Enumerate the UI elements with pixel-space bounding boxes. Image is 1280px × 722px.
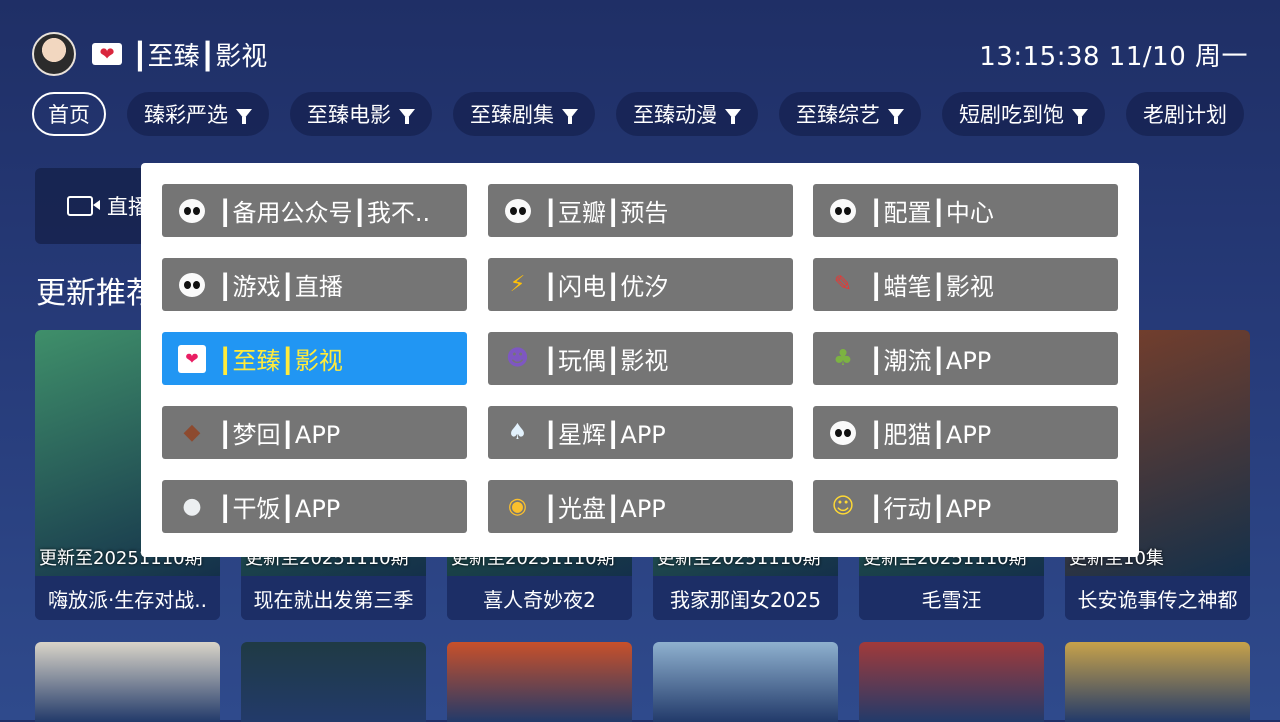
source-item[interactable]: ☻ ┃玩偶┃影视 bbox=[487, 332, 793, 385]
love-letter-icon: ❤ bbox=[92, 43, 122, 65]
rice-icon: ● bbox=[182, 494, 202, 519]
filter-icon bbox=[562, 109, 578, 124]
source-item-label: ┃备用公众号┃我不.. bbox=[218, 199, 431, 227]
panda-icon bbox=[504, 197, 532, 225]
source-item-label: ┃游戏┃直播 bbox=[218, 273, 343, 301]
media-card[interactable] bbox=[35, 642, 220, 722]
source-item-label: ┃豆瓣┃预告 bbox=[543, 199, 669, 227]
source-item[interactable]: ⚡ ┃闪电┃优汐 bbox=[487, 258, 793, 311]
filter-icon bbox=[1072, 109, 1088, 124]
source-item[interactable]: ┃游戏┃直播 bbox=[162, 258, 467, 311]
tab-label: 短剧吃到饱 bbox=[959, 103, 1064, 127]
tab-label: 至臻动漫 bbox=[633, 103, 717, 127]
cactus-icon: ♣ bbox=[833, 346, 853, 371]
panda-icon bbox=[178, 197, 206, 225]
tab-1[interactable]: 臻彩严选 bbox=[127, 92, 269, 136]
media-title: 长安诡事传之神都 bbox=[1065, 576, 1250, 620]
panda-icon bbox=[829, 419, 857, 447]
love-letter-icon: ❤ bbox=[178, 344, 206, 373]
source-item-label: ┃星辉┃APP bbox=[543, 421, 666, 449]
media-card[interactable] bbox=[1065, 642, 1250, 722]
tab-label: 至臻电影 bbox=[307, 103, 391, 127]
tab-label: 至臻剧集 bbox=[470, 103, 554, 127]
source-item-label: ┃配置┃中心 bbox=[869, 199, 994, 227]
avatar[interactable] bbox=[32, 32, 76, 76]
filter-icon bbox=[888, 109, 904, 124]
source-item-label: ┃蜡笔┃影视 bbox=[869, 273, 994, 301]
source-item[interactable]: ┃肥猫┃APP bbox=[813, 406, 1118, 459]
smile-icon: ☺ bbox=[831, 494, 855, 519]
section-title: 更新推荐 bbox=[36, 276, 156, 311]
source-item-label: ┃行动┃APP bbox=[869, 495, 992, 523]
source-item-label: ┃至臻┃影视 bbox=[218, 347, 343, 375]
media-title: 喜人奇妙夜2 bbox=[447, 576, 632, 620]
tab-0[interactable]: 首页 bbox=[32, 92, 106, 136]
source-item[interactable]: ❤ ┃至臻┃影视 bbox=[162, 332, 467, 385]
media-title: 嗨放派·生存对战.. bbox=[35, 576, 220, 620]
crayon-icon: ✎ bbox=[833, 272, 853, 297]
source-item[interactable]: ┃备用公众号┃我不.. bbox=[162, 184, 467, 237]
filter-icon bbox=[725, 109, 741, 124]
panda-icon bbox=[178, 271, 206, 299]
source-item[interactable]: ◉ ┃光盘┃APP bbox=[487, 480, 793, 533]
filter-icon bbox=[399, 109, 415, 124]
panda-icon bbox=[829, 197, 857, 225]
source-item[interactable]: ♣ ┃潮流┃APP bbox=[813, 332, 1118, 385]
source-item[interactable]: ┃豆瓣┃预告 bbox=[487, 184, 793, 237]
tab-3[interactable]: 至臻剧集 bbox=[453, 92, 595, 136]
tab-4[interactable]: 至臻动漫 bbox=[616, 92, 758, 136]
video-camera-icon bbox=[67, 196, 100, 216]
clock: 13:15:38 11/10 周一 bbox=[979, 42, 1248, 72]
filter-icon bbox=[236, 109, 252, 124]
tab-5[interactable]: 至臻综艺 bbox=[779, 92, 921, 136]
disc-icon: ◉ bbox=[507, 494, 528, 519]
media-card[interactable] bbox=[241, 642, 426, 722]
source-item-label: ┃玩偶┃影视 bbox=[543, 347, 669, 375]
football-icon: ◆ bbox=[183, 420, 201, 445]
source-item-label: ┃干饭┃APP bbox=[218, 495, 341, 523]
tab-label: 老剧计划 bbox=[1143, 103, 1227, 127]
tab-label: 臻彩严选 bbox=[144, 103, 228, 127]
swan-icon: ♠ bbox=[507, 420, 528, 445]
app-name: ┃至臻┃影视 bbox=[132, 41, 268, 72]
media-title: 我家那闺女2025 bbox=[653, 576, 838, 620]
source-item-label: ┃光盘┃APP bbox=[543, 495, 666, 523]
source-item[interactable]: ☺ ┃行动┃APP bbox=[813, 480, 1118, 533]
tab-label: 首页 bbox=[48, 103, 90, 127]
tab-2[interactable]: 至臻电影 bbox=[290, 92, 432, 136]
source-item[interactable]: ● ┃干饭┃APP bbox=[162, 480, 467, 533]
tab-6[interactable]: 短剧吃到饱 bbox=[942, 92, 1105, 136]
source-item-label: ┃闪电┃优汐 bbox=[543, 273, 669, 301]
source-item[interactable]: ♠ ┃星辉┃APP bbox=[487, 406, 793, 459]
source-item-label: ┃肥猫┃APP bbox=[869, 421, 992, 449]
media-card[interactable] bbox=[447, 642, 632, 722]
source-selector-popup: ┃备用公众号┃我不.. ┃豆瓣┃预告 ┃配置┃中心 ┃游戏┃直播 ⚡ ┃闪电┃优汐 ✎ ┃蜡笔… bbox=[141, 163, 1139, 557]
app-title: ❤ ┃至臻┃影视 bbox=[92, 36, 267, 72]
tab-label: 至臻综艺 bbox=[796, 103, 880, 127]
source-item[interactable]: ✎ ┃蜡笔┃影视 bbox=[813, 258, 1118, 311]
media-card[interactable] bbox=[653, 642, 838, 722]
media-title: 毛雪汪 bbox=[859, 576, 1044, 620]
source-item-label: ┃梦回┃APP bbox=[218, 421, 341, 449]
header: ❤ ┃至臻┃影视 13:15:38 11/10 周一 bbox=[0, 0, 1280, 90]
doll-icon: ☻ bbox=[506, 346, 529, 371]
source-item[interactable]: ┃配置┃中心 bbox=[813, 184, 1118, 237]
source-item[interactable]: ◆ ┃梦回┃APP bbox=[162, 406, 467, 459]
lightning-icon: ⚡ bbox=[509, 272, 526, 297]
media-card[interactable] bbox=[859, 642, 1044, 722]
category-tabs: 首页 臻彩严选 至臻电影 至臻剧集 至臻动漫 至臻综艺 短剧吃到饱 老剧计划 bbox=[32, 92, 1244, 136]
media-title: 现在就出发第三季 bbox=[241, 576, 426, 620]
tab-7[interactable]: 老剧计划 bbox=[1126, 92, 1244, 136]
source-item-label: ┃潮流┃APP bbox=[869, 347, 992, 375]
